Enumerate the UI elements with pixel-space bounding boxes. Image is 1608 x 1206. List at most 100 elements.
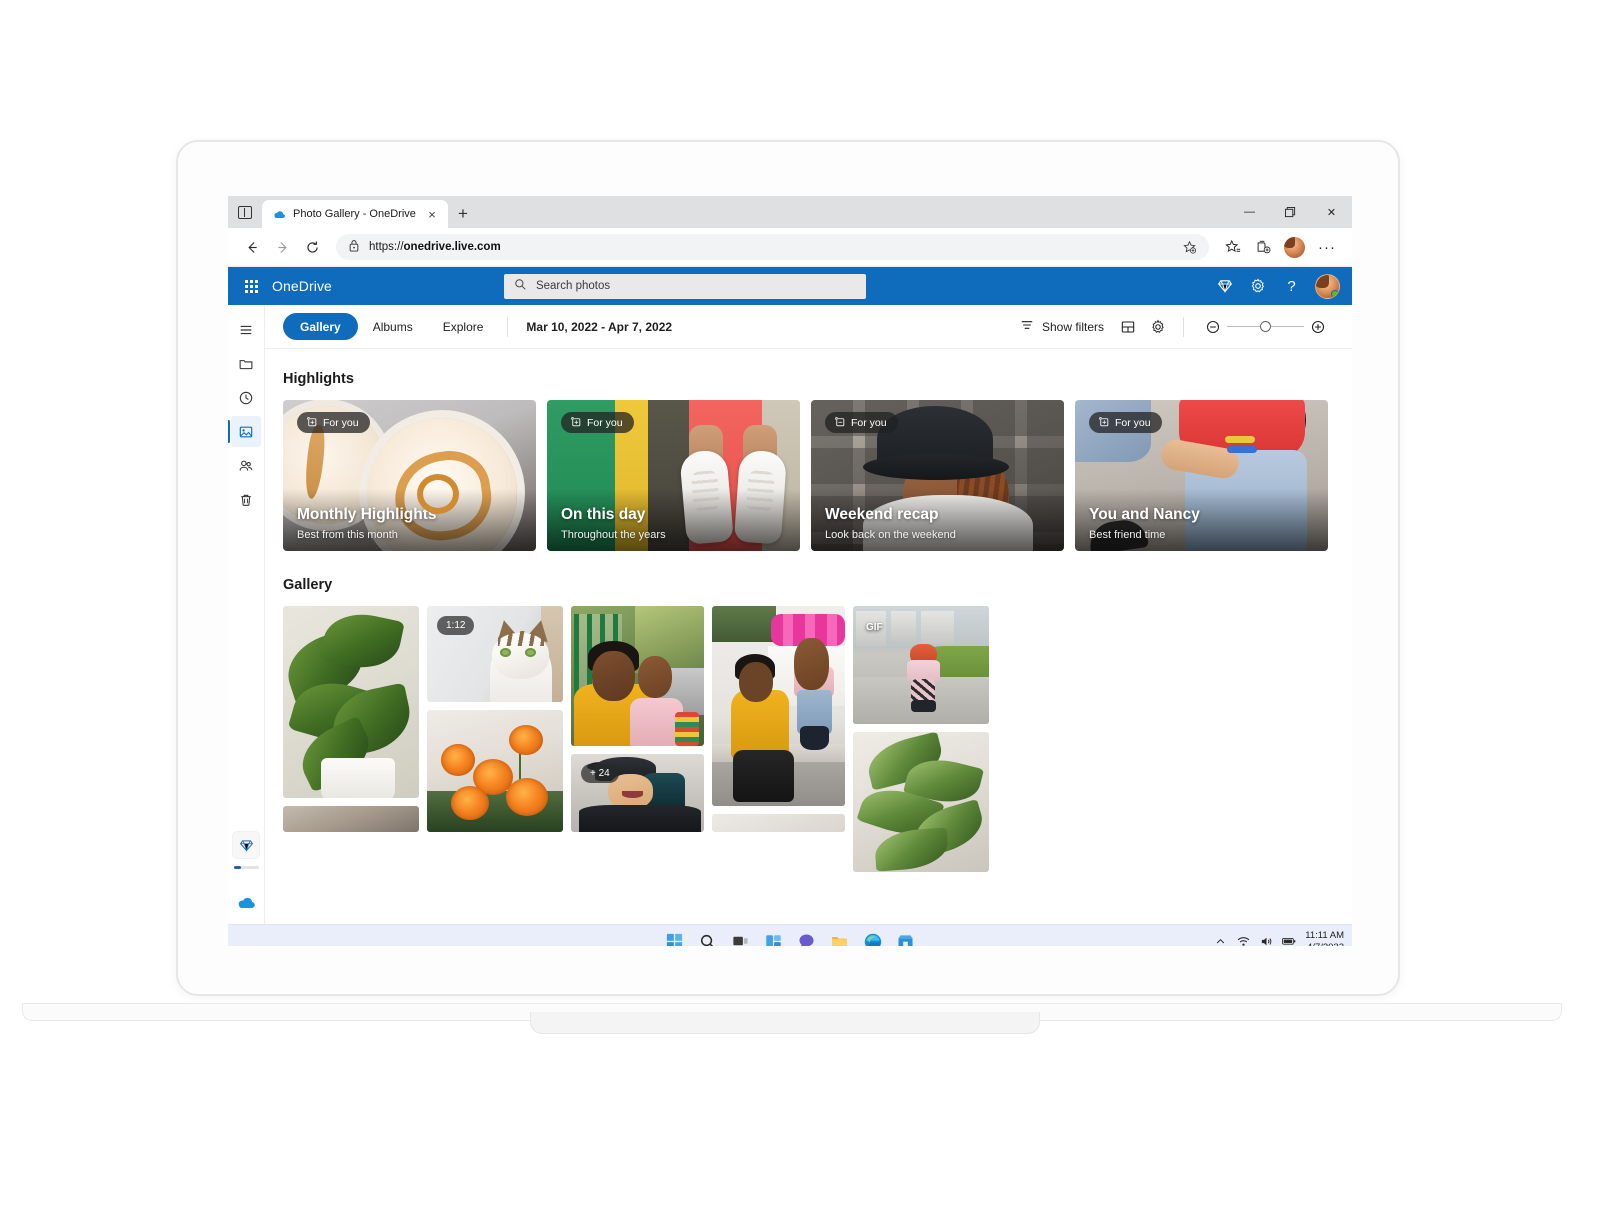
onedrive-cloud-icon: [272, 207, 286, 221]
zoom-knob[interactable]: [1260, 321, 1271, 332]
gallery-scroll-area[interactable]: Highlights For you Monthly Highlights Be…: [265, 349, 1352, 924]
gallery-column: GIF: [853, 606, 989, 872]
tab-gallery[interactable]: Gallery: [283, 313, 358, 340]
app-launcher-waffle-icon[interactable]: [236, 271, 266, 301]
widgets-icon[interactable]: [763, 931, 785, 946]
new-tab-button[interactable]: +: [448, 200, 478, 228]
collections-icon[interactable]: [1249, 233, 1277, 261]
laptop-base-notch: [530, 1012, 1040, 1034]
close-icon[interactable]: ×: [424, 206, 440, 222]
minimize-button[interactable]: —: [1229, 196, 1270, 228]
premium-diamond-icon[interactable]: [233, 832, 259, 858]
battery-icon[interactable]: [1282, 935, 1296, 947]
for-you-label: For you: [323, 416, 359, 429]
premium-diamond-icon[interactable]: [1210, 271, 1241, 302]
microsoft-store-icon[interactable]: [895, 931, 917, 946]
gallery-photo-stack-laughing[interactable]: + 24: [571, 754, 704, 832]
highlights-heading: Highlights: [283, 371, 354, 387]
layout-grid-icon[interactable]: [1114, 313, 1142, 341]
user-avatar[interactable]: [1314, 273, 1340, 299]
photo-partial: [283, 806, 419, 832]
highlight-title: Monthly Highlights: [297, 506, 437, 523]
highlight-title: On this day: [561, 506, 646, 523]
toolbar-right-actions: Show filters: [1012, 313, 1332, 341]
search-icon[interactable]: [697, 931, 719, 946]
onedrive-cloud-icon[interactable]: [237, 895, 256, 915]
menu-hamburger-icon[interactable]: [231, 314, 261, 345]
chevron-up-icon[interactable]: [1213, 935, 1227, 947]
lock-icon: [348, 239, 360, 255]
sidebar-item-photos[interactable]: [228, 416, 261, 447]
tab-albums[interactable]: Albums: [358, 320, 428, 334]
gallery-photo-partial-bottom-2[interactable]: [712, 814, 845, 832]
sidebar-item-recent[interactable]: [231, 382, 261, 413]
left-sidebar: [228, 305, 265, 924]
more-settings-icon[interactable]: ···: [1312, 239, 1342, 256]
highlight-card-you-and-nancy[interactable]: For you You and Nancy Best friend time: [1075, 400, 1328, 551]
highlight-subtitle: Throughout the years: [561, 529, 666, 541]
highlight-subtitle: Best from this month: [297, 529, 398, 541]
microsoft-edge-icon[interactable]: [862, 931, 884, 946]
zoom-out-icon[interactable]: [1199, 313, 1227, 341]
sidebar-item-shared[interactable]: [231, 450, 261, 481]
task-view-icon[interactable]: [730, 931, 752, 947]
zoom-in-icon[interactable]: [1304, 313, 1332, 341]
settings-gear-icon[interactable]: [1243, 271, 1274, 302]
photo-dieffenbachia: [283, 606, 419, 798]
windows-taskbar: 11:11 AM 4/7/2022: [228, 924, 1352, 946]
taskbar-clock[interactable]: 11:11 AM 4/7/2022: [1305, 930, 1344, 946]
chat-teams-icon[interactable]: [796, 931, 818, 946]
for-you-label: For you: [587, 416, 623, 429]
address-bar[interactable]: https://onedrive.live.com: [336, 234, 1209, 260]
photo-father-and-child-street: [571, 606, 704, 746]
gallery-photo-marigolds[interactable]: [427, 710, 563, 832]
for-you-icon: [306, 416, 317, 430]
back-button[interactable]: [238, 233, 266, 261]
windows-start-icon[interactable]: [664, 931, 686, 946]
for-you-badge: For you: [825, 412, 898, 433]
gallery-photo-lifting-child[interactable]: [712, 606, 845, 806]
filter-lines-icon: [1020, 318, 1034, 335]
wifi-icon[interactable]: [1236, 935, 1250, 947]
zoom-track-left: [1227, 325, 1260, 328]
tab-actions-icon[interactable]: [228, 196, 262, 228]
for-you-icon: [1098, 416, 1109, 430]
forward-button[interactable]: [268, 233, 296, 261]
tab-explore[interactable]: Explore: [428, 320, 499, 334]
show-filters-button[interactable]: Show filters: [1012, 318, 1112, 335]
onedrive-brand[interactable]: OneDrive: [272, 278, 332, 294]
storage-usage-bar[interactable]: [233, 866, 259, 869]
browser-tab-title: Photo Gallery - OneDrive: [293, 208, 416, 220]
sidebar-item-my-files[interactable]: [231, 348, 261, 379]
favorites-icon[interactable]: [1219, 233, 1247, 261]
gallery-gif-rollerskater[interactable]: GIF: [853, 606, 989, 724]
settings-gear-icon[interactable]: [1144, 313, 1172, 341]
zoom-slider[interactable]: [1195, 313, 1332, 341]
browser-tab-strip: Photo Gallery - OneDrive × + — ✕: [228, 196, 1352, 228]
highlight-card-on-this-day[interactable]: For you On this day Throughout the years: [547, 400, 800, 551]
highlight-title: You and Nancy: [1089, 506, 1200, 523]
gallery-photo-plant-2[interactable]: [853, 732, 989, 872]
gallery-photo-partial-bottom[interactable]: [283, 806, 419, 832]
add-favorite-icon[interactable]: [1175, 233, 1203, 261]
highlight-card-monthly-highlights[interactable]: For you Monthly Highlights Best from thi…: [283, 400, 536, 551]
highlight-card-weekend-recap[interactable]: For you Weekend recap Look back on the w…: [811, 400, 1064, 551]
gallery-column: 1:12: [427, 606, 563, 872]
sidebar-item-recycle-bin[interactable]: [231, 484, 261, 515]
help-question-icon[interactable]: ?: [1276, 271, 1307, 302]
gallery-column: [712, 606, 845, 872]
onedrive-header: OneDrive Search photos ?: [228, 267, 1352, 305]
browser-tab[interactable]: Photo Gallery - OneDrive ×: [262, 200, 448, 228]
date-range-label: Mar 10, 2022 - Apr 7, 2022: [526, 319, 673, 334]
reload-button[interactable]: [298, 233, 326, 261]
file-explorer-icon[interactable]: [829, 931, 851, 946]
for-you-label: For you: [1115, 416, 1151, 429]
gallery-photo-father-child[interactable]: [571, 606, 704, 746]
gallery-photo-plant[interactable]: [283, 606, 419, 798]
volume-icon[interactable]: [1259, 935, 1273, 947]
maximize-button[interactable]: [1270, 196, 1311, 228]
profile-avatar[interactable]: [1284, 236, 1305, 258]
gallery-video-cat[interactable]: 1:12: [427, 606, 563, 702]
search-photos-input[interactable]: Search photos: [503, 273, 866, 299]
close-window-button[interactable]: ✕: [1311, 196, 1352, 228]
